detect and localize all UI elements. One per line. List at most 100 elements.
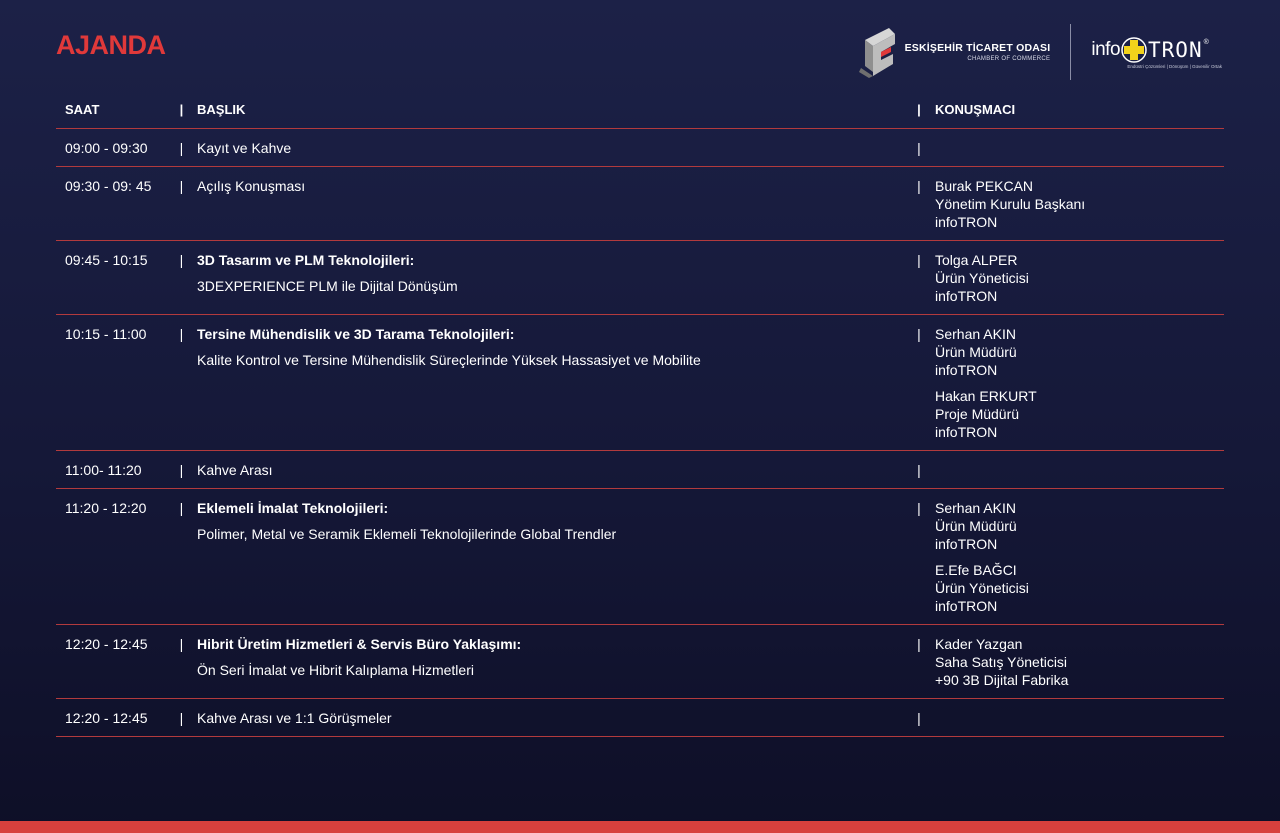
- sponsor-logos: ESKİŞEHİR TİCARET ODASI CHAMBER OF COMME…: [858, 24, 1222, 80]
- infotron-logo: info TRON ® Endüstri Çözümleri | Dönüşüm…: [1091, 35, 1222, 69]
- agenda-row: 11:00- 11:20 | Kahve Arası |: [56, 451, 1224, 489]
- column-separator: |: [917, 102, 921, 117]
- bottom-accent-bar: [0, 821, 1280, 833]
- speaker-cell: Burak PEKCAN Yönetim Kurulu Başkanı infoTR…: [935, 167, 1224, 240]
- column-separator: |: [179, 178, 184, 194]
- speaker-role: Ürün Yöneticisi: [935, 270, 1029, 286]
- speaker-name: Tolga ALPER: [935, 252, 1018, 268]
- session-title-cell: Kayıt ve Kahve: [197, 129, 903, 166]
- speaker-role: Ürün Müdürü: [935, 344, 1017, 360]
- infotron-info-text: info: [1091, 39, 1121, 60]
- speaker: Serhan AKIN Ürün Müdürü infoTRON: [935, 499, 1224, 553]
- session-subtitle: Kalite Kontrol ve Tersine Mühendislik Sü…: [197, 352, 701, 368]
- session-title: Kayıt ve Kahve: [197, 140, 292, 156]
- session-title: Eklemeli İmalat Teknolojileri:: [197, 500, 389, 516]
- column-separator: |: [917, 710, 921, 726]
- header-time: SAAT: [65, 102, 100, 117]
- column-separator: |: [917, 462, 921, 478]
- speaker-org: infoTRON: [935, 598, 998, 614]
- speaker-role: Ürün Yöneticisi: [935, 580, 1029, 596]
- speaker: E.Efe BAĞCI Ürün Yöneticisi infoTRON: [935, 561, 1224, 615]
- column-separator: |: [179, 636, 184, 652]
- speaker-role: Saha Satış Yöneticisi: [935, 654, 1068, 670]
- agenda-table: SAAT | BAŞLIK | KONUŞMACI 09:00 - 09:30 |…: [56, 92, 1224, 737]
- speaker-cell: Tolga ALPER Ürün Yöneticisi infoTRON: [935, 241, 1224, 314]
- session-title-cell: Eklemeli İmalat Teknolojileri: Polimer, M…: [197, 489, 903, 624]
- speaker-cell: Serhan AKIN Ürün Müdürü infoTRON Hakan ERKU…: [935, 315, 1224, 450]
- column-separator: |: [917, 326, 921, 342]
- column-separator: |: [917, 636, 921, 652]
- session-title-cell: 3D Tasarım ve PLM Teknolojileri: 3DEXPERI…: [197, 241, 903, 314]
- speaker-org: infoTRON: [935, 288, 998, 304]
- eto-subtitle: CHAMBER OF COMMERCE: [967, 56, 1051, 62]
- registered-mark: ®: [1203, 39, 1209, 46]
- speaker-role: Ürün Müdürü: [935, 518, 1017, 534]
- column-separator: |: [179, 462, 184, 478]
- logo-divider: [1070, 24, 1072, 80]
- session-title: Açılış Konuşması: [197, 178, 306, 194]
- session-title: Tersine Mühendislik ve 3D Tarama Teknolo…: [197, 326, 515, 342]
- session-subtitle: Polimer, Metal ve Seramik Eklemeli Tekno…: [197, 526, 617, 542]
- column-separator: |: [179, 140, 184, 156]
- agenda-row: 12:20 - 12:45 | Hibrit Üretim Hizmetleri &…: [56, 625, 1224, 699]
- speaker-cell: Kader Yazgan Saha Satış Yöneticisi +90 3B …: [935, 625, 1224, 698]
- speaker-org: infoTRON: [935, 214, 998, 230]
- session-time: 09:45 - 10:15: [65, 252, 148, 268]
- speaker-cell: [935, 129, 1224, 166]
- column-separator: |: [179, 102, 184, 117]
- agenda-row: 09:30 - 09: 45 | Açılış Konuşması | Burak PE…: [56, 167, 1224, 241]
- agenda-rows: 09:00 - 09:30 | Kayıt ve Kahve | 09:30 - 09:…: [56, 129, 1224, 737]
- speaker-name: Hakan ERKURT: [935, 388, 1037, 404]
- agenda-row: 10:15 - 11:00 | Tersine Mühendislik ve 3D …: [56, 315, 1224, 451]
- session-title: Kahve Arası: [197, 462, 273, 478]
- speaker-cell: [935, 451, 1224, 488]
- speaker: Tolga ALPER Ürün Yöneticisi infoTRON: [935, 251, 1224, 305]
- column-separator: |: [917, 178, 921, 194]
- speaker-name: Serhan AKIN: [935, 326, 1016, 342]
- speaker: Hakan ERKURT Proje Müdürü infoTRON: [935, 387, 1224, 441]
- column-separator: |: [179, 326, 184, 342]
- speaker-name: Serhan AKIN: [935, 500, 1016, 516]
- session-title: Kahve Arası ve 1:1 Görüşmeler: [197, 710, 392, 726]
- infotron-plus-icon: [1121, 37, 1147, 63]
- session-subtitle: Ön Seri İmalat ve Hibrit Kalıplama Hizme…: [197, 662, 474, 678]
- column-separator: |: [917, 500, 921, 516]
- infotron-tagline: Endüstri Çözümleri | Dönüşüm | Güvenilir…: [1127, 64, 1222, 69]
- speaker-cell: [935, 699, 1224, 736]
- session-time: 09:30 - 09: 45: [65, 178, 152, 194]
- speaker-cell: Serhan AKIN Ürün Müdürü infoTRON E.Efe BAĞC…: [935, 489, 1224, 624]
- session-title-cell: Kahve Arası ve 1:1 Görüşmeler: [197, 699, 903, 736]
- session-title-cell: Tersine Mühendislik ve 3D Tarama Teknolo…: [197, 315, 903, 450]
- speaker-org: infoTRON: [935, 362, 998, 378]
- header-speaker: KONUŞMACI: [935, 102, 1016, 117]
- session-time: 11:20 - 12:20: [65, 500, 147, 516]
- speaker-org: infoTRON: [935, 424, 998, 440]
- session-title: Hibrit Üretim Hizmetleri & Servis Büro Y…: [197, 636, 522, 652]
- session-time: 11:00- 11:20: [65, 462, 142, 478]
- eto-logo: ESKİŞEHİR TİCARET ODASI CHAMBER OF COMME…: [858, 26, 1051, 78]
- speaker-org: infoTRON: [935, 536, 998, 552]
- speaker-name: Kader Yazgan: [935, 636, 1023, 652]
- session-time: 12:20 - 12:45: [65, 636, 148, 652]
- agenda-row: 09:00 - 09:30 | Kayıt ve Kahve |: [56, 129, 1224, 167]
- speaker-role: Proje Müdürü: [935, 406, 1020, 422]
- speaker-name: Burak PEKCAN: [935, 178, 1034, 194]
- session-title-cell: Kahve Arası: [197, 451, 903, 488]
- session-time: 12:20 - 12:45: [65, 710, 148, 726]
- column-separator: |: [917, 140, 921, 156]
- speaker: Burak PEKCAN Yönetim Kurulu Başkanı infoTR…: [935, 177, 1224, 231]
- page-title: AJANDA: [56, 30, 166, 60]
- speaker: Kader Yazgan Saha Satış Yöneticisi +90 3B …: [935, 635, 1224, 689]
- session-title-cell: Açılış Konuşması: [197, 167, 903, 240]
- speaker-name: E.Efe BAĞCI: [935, 562, 1017, 578]
- header-title: BAŞLIK: [197, 102, 246, 117]
- agenda-header-row: SAAT | BAŞLIK | KONUŞMACI: [56, 92, 1224, 129]
- column-separator: |: [179, 252, 184, 268]
- session-subtitle: 3DEXPERIENCE PLM ile Dijital Dönüşüm: [197, 278, 458, 294]
- session-time: 10:15 - 11:00: [65, 326, 147, 342]
- agenda-row: 09:45 - 10:15 | 3D Tasarım ve PLM Teknoloj…: [56, 241, 1224, 315]
- speaker-role: Yönetim Kurulu Başkanı: [935, 196, 1086, 212]
- speaker: Serhan AKIN Ürün Müdürü infoTRON: [935, 325, 1224, 379]
- session-title-cell: Hibrit Üretim Hizmetleri & Servis Büro Y…: [197, 625, 903, 698]
- eto-name: ESKİŞEHİR TİCARET ODASI: [904, 42, 1051, 54]
